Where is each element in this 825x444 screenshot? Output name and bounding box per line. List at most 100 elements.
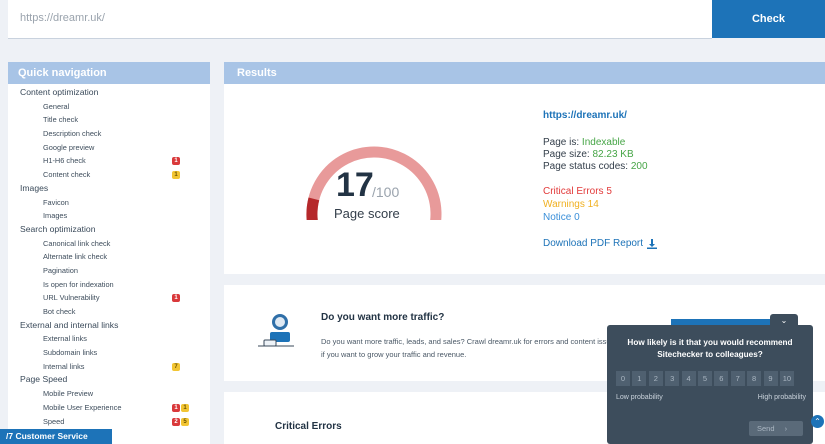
nav-item[interactable]: Internal links 7 [8, 360, 210, 374]
nav-section[interactable]: External and internal links [8, 319, 210, 333]
nav-item[interactable]: Is open for indexation [8, 278, 210, 292]
survey-scale-option[interactable]: 1 [632, 371, 647, 386]
survey-scale-option[interactable]: 8 [747, 371, 762, 386]
nav-item[interactable]: H1-H6 check 1 [8, 154, 210, 168]
nav-item[interactable]: URL Vulnerability 1 [8, 291, 210, 305]
nav-item-label: Bot check [43, 307, 76, 316]
nav-badges: 1 [172, 157, 180, 166]
nav-item-label: Is open for indexation [43, 279, 114, 289]
nav-badges: 25 [172, 417, 189, 426]
nav-item[interactable]: Subdomain links [8, 346, 210, 360]
page-is-label: Page is: [543, 137, 582, 148]
page-status-line: Page status codes: 200 [543, 161, 648, 172]
page-size-value: 82.23 KB [592, 149, 634, 160]
nav-item[interactable]: Canonical link check [8, 237, 210, 251]
survey-scale-option[interactable]: 0 [616, 371, 630, 386]
check-button[interactable]: Check [712, 0, 825, 38]
nav-section[interactable]: Search optimization [8, 223, 210, 237]
nav-item-label: Speed [43, 416, 65, 426]
survey-scale-option[interactable]: 6 [714, 371, 729, 386]
url-bar[interactable]: https://dreamr.uk/ [8, 0, 712, 39]
nav-item[interactable]: Title check [8, 113, 210, 127]
nav-item[interactable]: Content check 1 [8, 168, 210, 182]
nav-item[interactable]: Images [8, 209, 210, 223]
nav-section[interactable]: Content optimization [8, 86, 210, 100]
survey-scale-option[interactable]: 7 [730, 371, 745, 386]
survey-scale-option[interactable]: 5 [697, 371, 712, 386]
quick-navigation-header: Quick navigation [8, 62, 210, 84]
survey-scale-option[interactable]: 9 [763, 371, 778, 386]
gauge-fill [306, 197, 320, 220]
nav-item-label: Favicon [43, 197, 69, 207]
nav-item-label: Mobile Preview [43, 389, 94, 399]
nav-item[interactable]: Speed 2 5 [8, 415, 210, 429]
url-input[interactable]: https://dreamr.uk/ [20, 12, 105, 24]
notice-count[interactable]: Notice 0 [543, 212, 580, 223]
page-size-label: Page size: [543, 149, 593, 160]
survey-scale-option[interactable]: 10 [779, 371, 794, 386]
nav-badges: 7 [172, 362, 180, 371]
nav-item-label: Search optimization [20, 223, 96, 234]
survey-send-button[interactable]: Send › [749, 421, 803, 436]
nav-item-label: Canonical link check [43, 238, 111, 248]
nav-item[interactable]: Pagination [8, 264, 210, 278]
nav-item-label: Images [20, 182, 49, 193]
nav-item[interactable]: Bot check [8, 305, 210, 319]
nav-item[interactable]: Alternate link check [8, 250, 210, 264]
results-card: Results 17 /100 Page score https://dream… [224, 62, 825, 274]
chevron-down-icon: ⌄ [780, 316, 788, 325]
nav-item-label: Content optimization [20, 87, 99, 97]
survey-scale-option[interactable]: 4 [681, 371, 696, 386]
nav-item-label: External links [43, 334, 87, 344]
download-pdf-label: Download PDF Report [543, 238, 644, 249]
nav-item-label: Subdomain links [43, 348, 98, 358]
survey-question: How likely is it that you would recommen… [627, 338, 793, 359]
download-icon [647, 238, 658, 249]
survey-scale-option[interactable]: 3 [665, 371, 680, 386]
traffic-title: Do you want more traffic? [321, 312, 445, 323]
chevron-up-icon: ⌃ [814, 417, 821, 426]
page-is-value: Indexable [581, 137, 626, 148]
nav-item[interactable]: External links [8, 332, 210, 346]
survey-scale-option[interactable]: 2 [648, 371, 663, 386]
nav-item[interactable]: General [8, 100, 210, 114]
warnings-count[interactable]: Warnings 14 [543, 199, 599, 210]
nav-section[interactable]: Images [8, 182, 210, 196]
recommendation-survey: How likely is it that you would recommen… [607, 325, 813, 444]
critical-errors-count[interactable]: Critical Errors 5 [543, 186, 612, 197]
traffic-person-icon [258, 314, 294, 347]
nav-item-label: Description check [43, 129, 102, 139]
warning-badge: 1 [181, 403, 189, 412]
nav-badges: 1 [172, 171, 180, 180]
nav-item-label: H1-H6 check [43, 156, 86, 166]
nav-item-label: URL Vulnerability [43, 293, 100, 303]
error-badge: 1 [172, 403, 180, 412]
survey-high-label: High probability [757, 394, 806, 401]
nav-item-label: Internal links [43, 361, 85, 371]
nav-item-label: External and internal links [20, 319, 119, 330]
result-url-link[interactable]: https://dreamr.uk/ [543, 110, 627, 121]
warning-badge: 5 [181, 417, 189, 426]
error-badge: 2 [172, 417, 180, 426]
download-pdf-link[interactable]: Download PDF Report [543, 238, 658, 249]
nav-item-label: Alternate link check [43, 252, 108, 262]
scroll-up-button[interactable]: ⌃ [811, 415, 824, 428]
page-status-value: 200 [630, 161, 648, 172]
error-badge: 1 [172, 157, 180, 166]
nav-item[interactable]: Google preview [8, 141, 210, 155]
nav-item[interactable]: Favicon [8, 196, 210, 210]
nav-badges: 11 [172, 403, 189, 412]
nav-section[interactable]: Page Speed [8, 373, 210, 387]
customer-service-button[interactable]: /7 Customer Service [0, 429, 112, 444]
nav-item[interactable]: Description check [8, 127, 210, 141]
page-indexable-line: Page is: Indexable [543, 137, 625, 148]
error-badge: 1 [172, 294, 180, 303]
page-size-line: Page size: 82.23 KB [543, 149, 634, 160]
survey-low-label: Low probability [616, 394, 663, 401]
nav-item[interactable]: Mobile Preview [8, 387, 210, 401]
warning-badge: 7 [172, 362, 180, 371]
nav-item[interactable]: Mobile User Experience 1 1 [8, 401, 210, 415]
critical-errors-title: Critical Errors [275, 421, 342, 432]
nav-item-label: Title check [43, 115, 79, 125]
page-status-label: Page status codes: [543, 161, 631, 172]
